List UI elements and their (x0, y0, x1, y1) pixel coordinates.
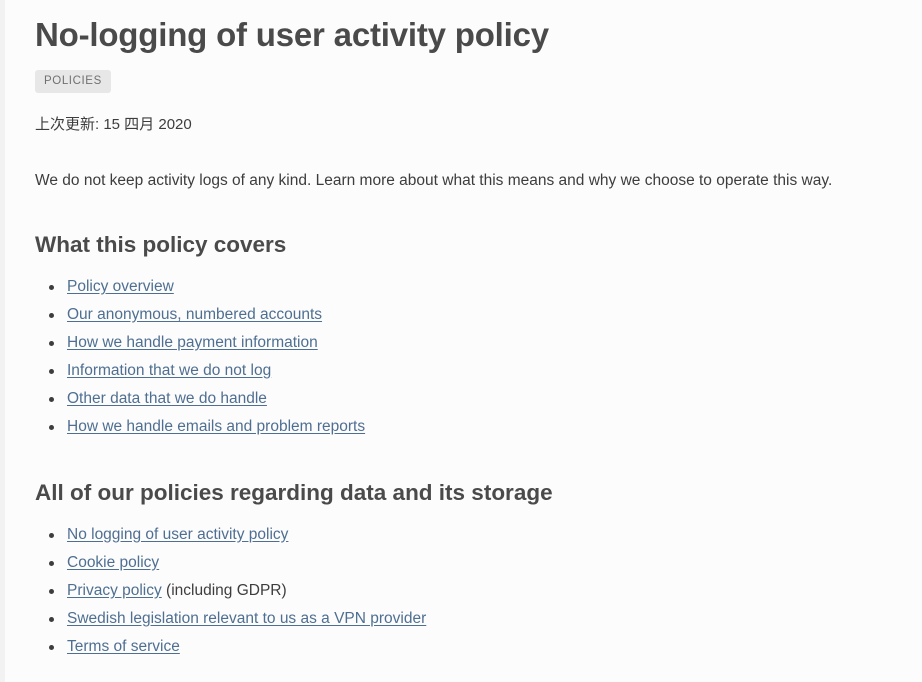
intro-paragraph: We do not keep activity logs of any kind… (35, 171, 833, 189)
link-suffix-gdpr: (including GDPR) (161, 581, 287, 599)
last-updated-text: 上次更新: 15 四月 2020 (35, 115, 192, 133)
page-root: No-logging of user activity policy POLIC… (0, 0, 922, 682)
list-item: Information that we do not log (49, 357, 892, 385)
policy-article: No-logging of user activity policy POLIC… (5, 0, 922, 661)
link-swedish-legislation[interactable]: Swedish legislation relevant to us as a … (67, 610, 426, 627)
list-item: Our anonymous, numbered accounts (49, 301, 892, 329)
section-heading-covers: What this policy covers (35, 231, 287, 257)
all-policies-link-list: No logging of user activity policy Cooki… (35, 521, 892, 661)
link-cookie-policy[interactable]: Cookie policy (67, 554, 159, 571)
link-payment-information[interactable]: How we handle payment information (67, 334, 318, 351)
policy-covers-link-list: Policy overview Our anonymous, numbered … (35, 273, 892, 441)
list-item: Cookie policy (49, 549, 892, 577)
page-title: No-logging of user activity policy (35, 16, 549, 53)
link-other-data-we-handle[interactable]: Other data that we do handle (67, 390, 267, 407)
link-terms-of-service[interactable]: Terms of service (67, 638, 180, 655)
link-emails-and-problem-reports[interactable]: How we handle emails and problem reports (67, 418, 365, 435)
list-item: Swedish legislation relevant to us as a … (49, 605, 892, 633)
link-no-logging-policy[interactable]: No logging of user activity policy (67, 526, 288, 543)
section-heading-all-policies: All of our policies regarding data and i… (35, 479, 553, 505)
list-item: Other data that we do handle (49, 385, 892, 413)
link-anonymous-numbered-accounts[interactable]: Our anonymous, numbered accounts (67, 306, 322, 323)
list-item: How we handle emails and problem reports (49, 413, 892, 441)
link-policy-overview[interactable]: Policy overview (67, 278, 174, 295)
link-privacy-policy[interactable]: Privacy policy (67, 582, 162, 599)
badge-row: POLICIES (35, 70, 892, 93)
link-information-we-do-not-log[interactable]: Information that we do not log (67, 362, 271, 379)
status-badge[interactable]: POLICIES (35, 70, 111, 93)
list-item: How we handle payment information (49, 329, 892, 357)
list-item: Policy overview (49, 273, 892, 301)
list-item: No logging of user activity policy (49, 521, 892, 549)
list-item: Privacy policy (including GDPR) (49, 577, 892, 605)
list-item: Terms of service (49, 633, 892, 661)
